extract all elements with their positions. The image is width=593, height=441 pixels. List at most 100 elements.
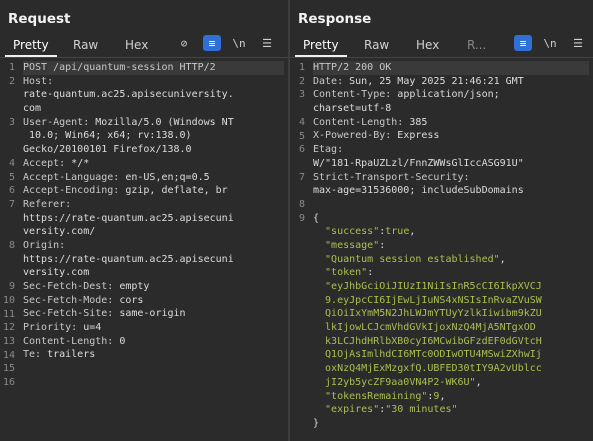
- code-line[interactable]: Accept-Language: en-US,en;q=0.5: [23, 171, 284, 185]
- show-newlines-icon[interactable]: \n: [230, 35, 248, 51]
- response-tab-raw[interactable]: Raw: [364, 38, 389, 52]
- code-line[interactable]: "token":: [313, 266, 589, 280]
- menu-icon[interactable]: ☰: [258, 35, 276, 51]
- code-line[interactable]: Sec-Fetch-Site: same-origin: [23, 307, 284, 321]
- code-line[interactable]: {: [313, 212, 589, 226]
- code-line[interactable]: https://rate-quantum.ac25.apisecuni: [23, 253, 284, 267]
- code-line[interactable]: Accept-Encoding: gzip, deflate, br: [23, 184, 284, 198]
- header-name: Date:: [313, 75, 344, 87]
- menu-icon[interactable]: ☰: [569, 35, 587, 51]
- line-number: 1: [8, 62, 15, 73]
- header-name: Sec-Fetch-Mode:: [23, 294, 114, 306]
- response-tab-render[interactable]: R...: [467, 38, 486, 52]
- code-line[interactable]: com: [23, 102, 284, 116]
- code-line[interactable]: User-Agent: Mozilla/5.0 (Windows NT: [23, 116, 284, 130]
- code-line[interactable]: Origin:: [23, 239, 284, 253]
- wrap-lines-icon[interactable]: ≡: [203, 35, 221, 51]
- code-line[interactable]: Te: trailers: [23, 348, 284, 362]
- code-line[interactable]: oxNzQ4MjExMzgxfQ.UBFED30tIY9A2vUblcc: [313, 362, 589, 376]
- code-line[interactable]: Gecko/20100101 Firefox/138.0: [23, 143, 284, 157]
- line-number: 5: [298, 130, 305, 142]
- code-line[interactable]: https://rate-quantum.ac25.apisecuni: [23, 212, 284, 226]
- line-number: 13: [2, 336, 15, 347]
- code-line[interactable]: Accept: */*: [23, 157, 284, 171]
- code-text: versity.com: [23, 267, 90, 279]
- code-line[interactable]: Sec-Fetch-Mode: cors: [23, 294, 284, 308]
- response-editor[interactable]: 1 2 3 4 5 6 7 8 9 HTTP/2 200 OK Date: Sun, 25 May…: [290, 58, 593, 441]
- request-editor[interactable]: 1 2 3 4 5 6 7 8 9 10 11 12 13 14 15 16 POST /api/quantu…: [0, 58, 288, 441]
- code-text: https://rate-quantum.ac25.apisecuni: [23, 253, 234, 265]
- request-tab-hex[interactable]: Hex: [125, 38, 148, 52]
- code-line[interactable]: Sec-Fetch-Dest: empty: [23, 280, 284, 294]
- code-line[interactable]: W/"181-RpaUZLzl/FnnZWWsGlIccASG91U": [313, 157, 589, 171]
- wrap-lines-icon[interactable]: ≡: [514, 35, 532, 51]
- line-number: 4: [298, 116, 305, 128]
- code-text: rate-quantum.ac25.apisecuniversity.: [23, 89, 234, 101]
- response-title: Response: [298, 11, 372, 27]
- code-line[interactable]: [23, 376, 284, 390]
- response-line-gutter: 1 2 3 4 5 6 7 8 9: [290, 58, 307, 441]
- code-line[interactable]: Etag:: [313, 143, 589, 157]
- code-line[interactable]: jI2yb5ycZF9aa0VN4P2-WK6U",: [313, 376, 589, 390]
- code-line[interactable]: Priority: u=4: [23, 321, 284, 335]
- response-tab-pretty[interactable]: Pretty: [303, 38, 339, 52]
- line-number: 16: [2, 377, 15, 389]
- code-line[interactable]: "message":: [313, 239, 589, 253]
- response-code[interactable]: HTTP/2 200 OK Date: Sun, 25 May 2025 21:4…: [313, 61, 589, 431]
- hide-icon[interactable]: ⊘: [175, 35, 193, 51]
- code-line[interactable]: "Quantum session established",: [313, 253, 589, 267]
- code-line[interactable]: Referer:: [23, 198, 284, 212]
- code-line[interactable]: "success":true,: [313, 225, 589, 239]
- header-name: Content-Type:: [313, 89, 392, 101]
- line-number: 10: [2, 294, 15, 306]
- code-line[interactable]: rate-quantum.ac25.apisecuniversity.: [23, 88, 284, 102]
- code-line[interactable]: versity.com/: [23, 225, 284, 239]
- code-line[interactable]: versity.com: [23, 266, 284, 280]
- code-text: 0: [113, 335, 126, 347]
- code-line[interactable]: "expires":"30 minutes": [313, 403, 589, 417]
- code-line[interactable]: POST /api/quantum-session HTTP/2: [23, 61, 284, 75]
- json-token: "success": [313, 226, 380, 238]
- code-text: Sun, 25 May 2025 21:46:21 GMT: [343, 75, 524, 87]
- code-line[interactable]: 10.0; Win64; x64; rv:138.0): [23, 129, 284, 143]
- request-tab-pretty[interactable]: Pretty: [13, 38, 49, 52]
- line-number: 9: [8, 281, 15, 293]
- header-name: Host:: [23, 75, 54, 87]
- code-text: versity.com/: [23, 226, 96, 238]
- line-number: 4: [8, 157, 15, 169]
- code-line[interactable]: "eyJhbGciOiJIUzI1NiIsInR5cCI6IkpXVCJ: [313, 280, 589, 294]
- show-newlines-icon[interactable]: \n: [541, 35, 559, 51]
- line-number: 15: [2, 363, 15, 375]
- code-line[interactable]: X-Powered-By: Express: [313, 129, 589, 143]
- code-line[interactable]: max-age=31536000; includeSubDomains: [313, 184, 589, 198]
- line-number: 3: [8, 116, 15, 128]
- code-text: https://rate-quantum.ac25.apisecuni: [23, 212, 234, 224]
- code-line[interactable]: Host:: [23, 75, 284, 89]
- code-line[interactable]: Q1OjAsImlhdCI6MTc0ODIwOTU4MSwiZXhwIj: [313, 348, 589, 362]
- code-line[interactable]: Date: Sun, 25 May 2025 21:46:21 GMT: [313, 75, 589, 89]
- code-line[interactable]: 9.eyJpcCI6IjEwLjIuNS4xNSIsInRvaZVuSW: [313, 294, 589, 308]
- code-line[interactable]: }: [313, 417, 589, 431]
- header-name: Etag:: [313, 144, 344, 156]
- code-line[interactable]: Content-Length: 0: [23, 335, 284, 349]
- code-line[interactable]: [23, 362, 284, 376]
- request-code[interactable]: POST /api/quantum-session HTTP/2 Host: rat…: [23, 61, 284, 390]
- header-name: Content-Length:: [313, 116, 404, 128]
- json-token: k3LCJhdHRlbXB0cyI6MCwibGFzdEF0dGVtcH: [313, 335, 542, 347]
- code-line[interactable]: charset=utf-8: [313, 102, 589, 116]
- code-text: u=4: [77, 322, 102, 334]
- code-line[interactable]: QiOiIxYmM5N2JhLWJmYTUyYzlkIiwibm9kZU: [313, 307, 589, 321]
- code-line[interactable]: Strict-Transport-Security:: [313, 171, 589, 185]
- code-line[interactable]: HTTP/2 200 OK: [313, 61, 589, 75]
- json-token: jI2yb5ycZF9aa0VN4P2-WK6U": [313, 376, 476, 388]
- code-line[interactable]: Content-Length: 385: [313, 116, 589, 130]
- code-line[interactable]: lkIjowLCJcmVhdGVkIjoxNzQ4MjA5NTgxOD: [313, 321, 589, 335]
- code-line[interactable]: [313, 198, 589, 212]
- code-line[interactable]: "tokensRemaining":9,: [313, 390, 589, 404]
- code-text: same-origin: [113, 308, 186, 320]
- request-tab-raw[interactable]: Raw: [73, 38, 98, 52]
- code-line[interactable]: k3LCJhdHRlbXB0cyI6MCwibGFzdEF0dGVtcH: [313, 335, 589, 349]
- json-token: "token": [313, 267, 368, 279]
- code-line[interactable]: Content-Type: application/json;: [313, 88, 589, 102]
- response-tab-hex[interactable]: Hex: [416, 38, 439, 52]
